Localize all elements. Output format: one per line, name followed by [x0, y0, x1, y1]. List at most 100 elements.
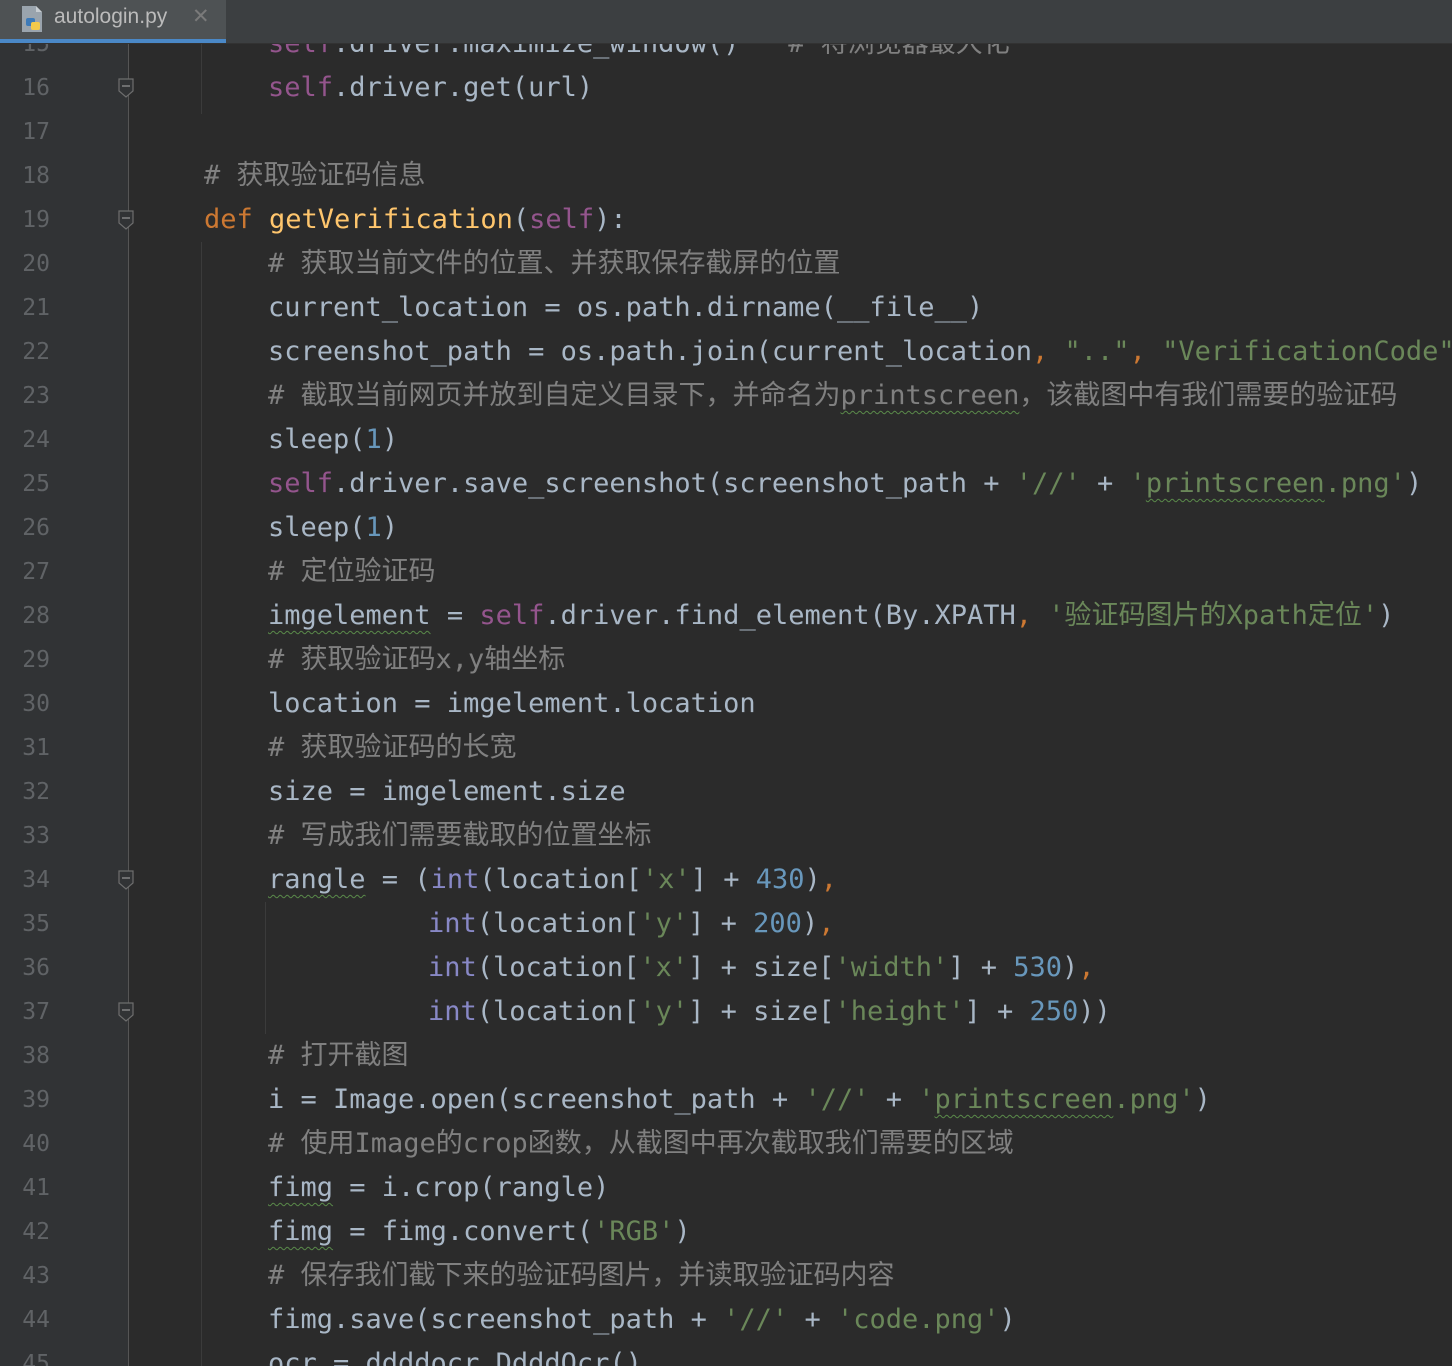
code-token: getVerification	[269, 204, 513, 235]
line-number: 36	[22, 955, 50, 981]
line-number: 42	[22, 1219, 50, 1245]
code-token: int	[428, 908, 477, 939]
code-token: '	[1129, 468, 1146, 499]
code-token: rangle	[268, 864, 366, 895]
code-line[interactable]: # 使用Image的crop函数，从截图中再次截取我们需要的区域	[268, 1122, 1014, 1166]
code-token: 'y'	[639, 996, 689, 1027]
line-number: 38	[22, 1043, 50, 1069]
tab-autologin-py[interactable]: autologin.py ✕	[0, 0, 226, 43]
code-line[interactable]: # 获取当前文件的位置、并获取保存截屏的位置	[268, 242, 841, 286]
code-line[interactable]: sleep(1)	[268, 506, 398, 550]
code-line[interactable]: size = imgelement.size	[268, 770, 626, 814]
code-line[interactable]: sleep(1)	[268, 418, 398, 462]
code-token: .driver.maximize_window()	[333, 44, 788, 59]
code-line[interactable]: self.driver.maximize_window() # 将浏览器最大化	[268, 44, 1010, 66]
code-line[interactable]: i = Image.open(screenshot_path + '//' + …	[268, 1078, 1211, 1122]
code-line[interactable]: location = imgelement.location	[268, 682, 756, 726]
line-number: 16	[22, 75, 50, 101]
code-token: current_location = os.path.dirname(__fil…	[268, 292, 984, 323]
line-number: 35	[22, 911, 50, 937]
line-number: 17	[22, 119, 50, 145]
code-token: ,	[818, 908, 835, 939]
code-token: ,	[1078, 952, 1095, 983]
code-token: # 获取当前文件的位置、并获取保存截屏的位置	[268, 248, 841, 279]
code-line[interactable]: fimg = fimg.convert('RGB')	[268, 1210, 691, 1254]
code-line[interactable]: # 打开截图	[268, 1034, 409, 1078]
code-token: )	[801, 908, 819, 939]
active-tab-indicator	[0, 39, 226, 43]
indent-guide	[265, 902, 266, 1034]
tab-filename: autologin.py	[54, 5, 168, 28]
line-number: 18	[22, 163, 50, 189]
code-line[interactable]: # 获取验证码信息	[204, 154, 426, 198]
code-line[interactable]: # 保存我们截下来的验证码图片，并读取验证码内容	[268, 1254, 895, 1298]
code-token: .driver.save_screenshot(screenshot_path …	[333, 468, 1016, 499]
code-line[interactable]: fimg.save(screenshot_path + '//' + 'code…	[268, 1298, 1016, 1342]
code-token: 'height'	[834, 996, 965, 1027]
code-line[interactable]: self.driver.get(url)	[268, 66, 593, 110]
code-editor[interactable]: 15 16 17 18 19 20 21 22 23 24 25 26 27 28 29 30 31 32 33 34…	[0, 44, 1452, 1366]
code-line[interactable]: int(location['y'] + size['height'] + 250…	[428, 990, 1111, 1034]
line-number: 21	[22, 295, 50, 321]
code-token: # 获取验证码的长宽	[268, 732, 517, 763]
code-token: +	[788, 1304, 837, 1335]
line-number: 33	[22, 823, 50, 849]
indent-guide	[201, 242, 202, 1366]
code-line[interactable]: # 获取验证码x,y轴坐标	[268, 638, 565, 682]
line-number: 22	[22, 339, 50, 365]
line-number: 28	[22, 603, 50, 629]
code-token: 'y'	[639, 908, 689, 939]
python-file-icon	[22, 6, 42, 32]
code-token: (	[512, 204, 530, 235]
code-line[interactable]: def getVerification(self):	[204, 198, 627, 242]
indent-guide	[201, 44, 202, 114]
code-line[interactable]: int(location['y'] + 200),	[428, 902, 834, 946]
line-number: 34	[22, 867, 50, 893]
code-token: )	[1378, 600, 1395, 631]
code-token: +	[869, 1084, 919, 1115]
code-token: (location[	[476, 996, 640, 1027]
code-token: =	[430, 600, 480, 631]
code-token: ,	[1032, 336, 1065, 367]
code-line[interactable]: rangle = (int(location['x'] + 430),	[268, 858, 837, 902]
code-token: )	[1405, 468, 1423, 499]
code-token: ):	[594, 204, 627, 235]
line-number: 15	[22, 44, 50, 57]
line-number: 19	[22, 207, 50, 233]
code-token: 'code.png'	[836, 1304, 1000, 1335]
code-token: )	[804, 864, 821, 895]
code-token: )	[381, 424, 399, 455]
code-token: # 使用Image的crop函数，从截图中再次截取我们需要的区域	[268, 1128, 1014, 1159]
code-token: 'x'	[641, 864, 691, 895]
code-token: printscreen	[934, 1084, 1114, 1115]
code-line[interactable]: # 截取当前网页并放到自定义目录下，并命名为printscreen，该截图中有我…	[268, 374, 1397, 418]
code-area[interactable]: self.driver.maximize_window() # 将浏览器最大化s…	[130, 44, 1452, 1366]
code-line[interactable]: # 获取验证码的长宽	[268, 726, 517, 770]
code-token: (location[	[479, 864, 642, 895]
code-token: fimg.save(screenshot_path +	[268, 1304, 724, 1335]
code-token: ] +	[688, 908, 754, 939]
close-icon[interactable]: ✕	[192, 4, 210, 28]
code-line[interactable]: screenshot_path = os.path.join(current_l…	[268, 330, 1452, 374]
line-number: 27	[22, 559, 50, 585]
code-token: ,	[820, 864, 838, 895]
code-line[interactable]: # 定位验证码	[268, 550, 436, 594]
code-line[interactable]: self.driver.save_screenshot(screenshot_p…	[268, 462, 1422, 506]
code-token: 530	[1013, 952, 1063, 983]
code-line[interactable]: ocr = ddddocr.DdddOcr()	[268, 1342, 642, 1366]
line-number: 41	[22, 1175, 50, 1201]
code-token: # 写成我们需要截取的位置坐标	[268, 820, 652, 851]
code-line[interactable]: fimg = i.crop(rangle)	[268, 1166, 609, 1210]
code-token: = i.crop(rangle)	[333, 1172, 610, 1203]
line-number: 39	[22, 1087, 50, 1113]
code-token: = fimg.convert(	[333, 1216, 594, 1247]
code-token: 250	[1029, 996, 1079, 1027]
code-line[interactable]: # 写成我们需要截取的位置坐标	[268, 814, 652, 858]
code-token: ] + size[	[688, 996, 835, 1027]
line-number: 45	[22, 1351, 50, 1366]
code-line[interactable]: imgelement = self.driver.find_element(By…	[268, 594, 1394, 638]
code-token: sleep(	[268, 512, 366, 543]
code-token: ] +	[948, 952, 1014, 983]
code-line[interactable]: int(location['x'] + size['width'] + 530)…	[428, 946, 1095, 990]
code-line[interactable]: current_location = os.path.dirname(__fil…	[268, 286, 983, 330]
